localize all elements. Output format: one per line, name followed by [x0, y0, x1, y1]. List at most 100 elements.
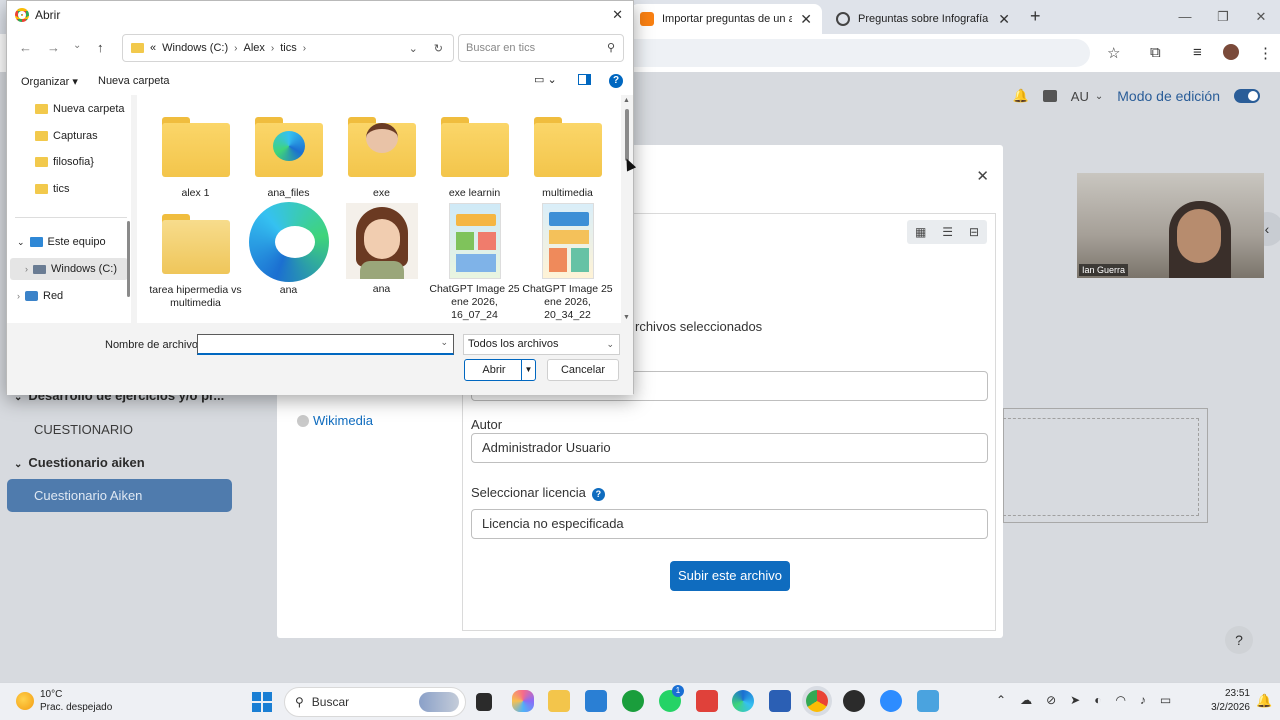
file-item-alex-1[interactable]: alex 1 — [149, 109, 242, 200]
notepad-icon[interactable] — [917, 690, 939, 712]
word-icon[interactable] — [769, 690, 791, 712]
search-input[interactable]: Buscar en tics ⚲ — [458, 34, 624, 62]
nav-item-cuestionario-aiken[interactable]: Cuestionario Aiken — [7, 479, 232, 512]
file-explorer-icon[interactable] — [548, 690, 570, 712]
file-item-multimedia[interactable]: multimedia — [521, 109, 614, 200]
breadcrumb-tics[interactable]: tics — [280, 42, 297, 54]
tree-item-filosofia[interactable]: filosofia} — [35, 156, 94, 168]
nav-pane-scrollbar[interactable] — [127, 221, 130, 297]
help-button[interactable]: ? — [1225, 626, 1253, 654]
author-field[interactable]: Administrador Usuario — [471, 433, 988, 463]
messages-icon[interactable] — [1042, 90, 1057, 102]
tree-item-windows-c[interactable]: › Windows (C:) — [25, 263, 117, 275]
chevron-down-icon[interactable]: ⌄ — [409, 42, 418, 55]
nav-item-cuestionario[interactable]: CUESTIONARIO — [34, 422, 133, 437]
cancel-button[interactable]: Cancelar — [547, 359, 619, 381]
tree-view-icon[interactable]: ⊟ — [969, 225, 979, 239]
file-grid-scrollbar[interactable]: ▲ ▼ — [621, 95, 633, 323]
media-control-icon[interactable]: ≡ — [1193, 44, 1202, 61]
open-options-dropdown[interactable]: ▼ — [521, 360, 535, 380]
scroll-up-arrow-icon[interactable]: ▲ — [623, 97, 630, 104]
chevron-down-icon[interactable]: ⌄ — [440, 337, 448, 348]
open-button[interactable]: Abrir ▼ — [464, 359, 536, 381]
xbox-icon[interactable] — [622, 690, 644, 712]
wifi-icon[interactable]: ◠ — [1115, 693, 1125, 707]
forward-arrow-icon[interactable]: → — [47, 40, 60, 55]
camera-off-icon[interactable]: ⊘ — [1046, 693, 1056, 707]
view-options-icon[interactable]: ▭ ⌄ — [534, 73, 557, 86]
battery-icon[interactable]: ▭ — [1160, 693, 1171, 707]
weather-widget[interactable]: 10°C Prac. despejado — [16, 688, 112, 714]
tree-item-red[interactable]: › Red — [17, 290, 63, 302]
onedrive-icon[interactable]: ☁ — [1020, 693, 1032, 707]
close-icon[interactable]: ✕ — [612, 7, 623, 23]
upload-file-button[interactable]: Subir este archivo — [670, 561, 790, 591]
file-item-ana-files[interactable]: ana_files — [242, 109, 335, 200]
user-menu[interactable]: AU ⌄ — [1071, 89, 1103, 104]
dropzone-area[interactable] — [1003, 418, 1199, 516]
breadcrumb-alex[interactable]: Alex — [243, 42, 264, 54]
task-view-icon[interactable] — [476, 693, 492, 711]
file-item-chatgpt-image-1[interactable]: ChatGPT Image 25 ene 2026, 16_07_24 — [428, 203, 521, 322]
file-item-exe-learnin[interactable]: exe learnin — [428, 109, 521, 200]
close-tab-icon[interactable]: ✕ — [800, 11, 812, 28]
copilot-icon[interactable] — [512, 690, 534, 712]
taskbar-search[interactable]: ⚲ Buscar — [284, 687, 466, 717]
maximize-button[interactable]: ❐ — [1204, 0, 1242, 34]
tree-item-este-equipo[interactable]: ⌄ Este equipo — [17, 236, 106, 248]
video-call-thumbnail[interactable]: Ian Guerra — [1077, 173, 1264, 278]
profile-avatar-icon[interactable] — [1223, 44, 1239, 60]
mic-off-icon[interactable]: ◐ — [1094, 693, 1101, 707]
tree-item-tics[interactable]: tics — [35, 183, 70, 195]
license-select[interactable]: Licencia no especificada — [471, 509, 988, 539]
close-tab-icon[interactable]: ✕ — [998, 11, 1010, 28]
clock[interactable]: 23:51 3/2/2026 — [1194, 687, 1250, 715]
help-icon[interactable]: ? — [591, 488, 605, 501]
chevron-up-icon[interactable]: ⌃ — [996, 693, 1006, 707]
scroll-down-arrow-icon[interactable]: ▼ — [623, 314, 630, 321]
chevron-right-icon[interactable]: › — [25, 264, 28, 274]
edit-mode-toggle[interactable] — [1234, 89, 1260, 103]
notifications-icon[interactable]: 🔔 — [1256, 693, 1272, 709]
nav-section-aiken[interactable]: ⌄ Cuestionario aiken — [14, 455, 145, 470]
media-player-icon[interactable] — [843, 690, 865, 712]
bookmark-star-icon[interactable]: ☆ — [1107, 44, 1120, 62]
address-bar[interactable] — [620, 39, 1090, 67]
close-icon[interactable]: ✕ — [976, 167, 989, 185]
close-window-button[interactable]: ✕ — [1242, 0, 1280, 34]
filename-input[interactable]: ⌄ — [197, 334, 454, 355]
up-arrow-icon[interactable]: ↑ — [97, 40, 104, 55]
file-item-chatgpt-image-2[interactable]: ChatGPT Image 25 ene 2026, 20_34_22 — [521, 203, 614, 322]
help-icon[interactable]: ? — [609, 74, 623, 88]
start-button[interactable] — [252, 692, 272, 712]
file-type-filter[interactable]: Todos los archivos ⌄ — [463, 334, 620, 355]
refresh-icon[interactable]: ↻ — [434, 42, 443, 55]
tab-preguntas-infografia[interactable]: Preguntas sobre Infografía ✕ — [826, 4, 1020, 34]
new-folder-button[interactable]: Nueva carpeta — [98, 75, 170, 87]
new-tab-button[interactable]: + — [1030, 6, 1041, 27]
tree-item-nueva-carpeta[interactable]: Nueva carpeta — [35, 103, 125, 115]
store-icon[interactable] — [585, 690, 607, 712]
zoom-icon[interactable] — [880, 690, 902, 712]
file-item-tarea-hipermedia[interactable]: tarea hipermedia vs multimedia — [149, 206, 242, 310]
recent-locations-icon[interactable]: ⌄ — [73, 40, 81, 51]
address-breadcrumb[interactable]: « Windows (C:) › Alex › tics › ⌄ ↻ — [122, 34, 454, 62]
file-item-exe[interactable]: exe — [335, 109, 428, 200]
volume-icon[interactable]: ♪ — [1140, 693, 1146, 707]
wps-icon[interactable] — [696, 690, 718, 712]
tree-item-capturas[interactable]: Capturas — [35, 130, 98, 142]
notifications-bell-icon[interactable]: 🔔 — [1013, 88, 1029, 104]
back-arrow-icon[interactable]: ← — [19, 40, 32, 55]
extensions-icon[interactable]: ⧉ — [1150, 44, 1161, 61]
minimize-button[interactable]: — — [1166, 0, 1204, 34]
scrollbar-thumb[interactable] — [625, 109, 629, 161]
list-view-icon[interactable]: ☰ — [942, 225, 953, 239]
file-item-ana-edge[interactable]: ana — [242, 202, 335, 297]
breadcrumb-windows-c[interactable]: Windows (C:) — [162, 42, 228, 54]
breadcrumb-overflow[interactable]: « — [150, 42, 156, 54]
edge-icon[interactable] — [732, 690, 754, 712]
grid-view-icon[interactable]: ▦ — [915, 225, 926, 239]
repo-wikimedia[interactable]: Wikimedia — [297, 413, 373, 428]
browser-menu-icon[interactable]: ⋮ — [1258, 44, 1273, 62]
location-icon[interactable]: ➤ — [1070, 693, 1080, 707]
